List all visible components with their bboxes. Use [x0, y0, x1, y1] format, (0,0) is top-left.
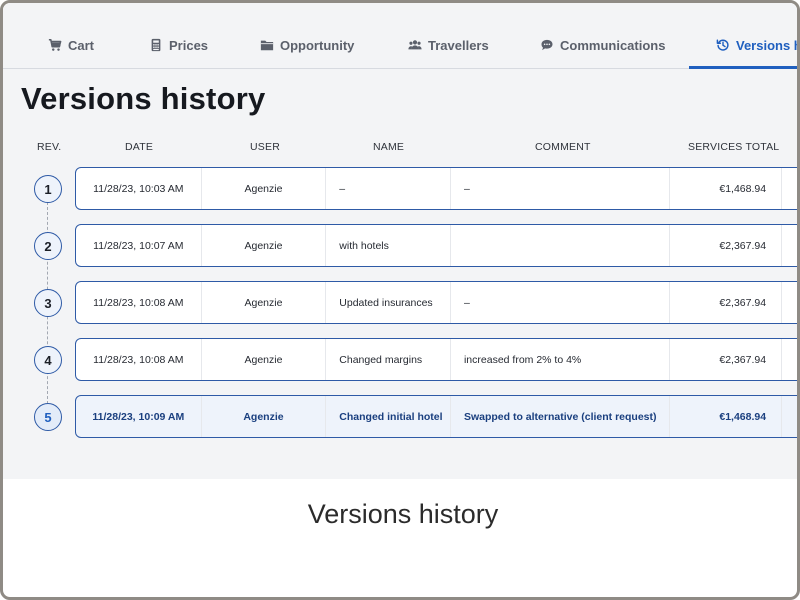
tab-travellers[interactable]: Travellers: [407, 35, 489, 55]
users-icon: [407, 37, 423, 53]
revision-number: 1: [34, 175, 62, 203]
truncated-cell: [782, 225, 797, 266]
user-cell: Agenzie: [202, 168, 327, 209]
app-window: Cart Prices Opportunity Travellers Commu…: [3, 3, 800, 479]
name-cell: Updated insurances: [326, 282, 451, 323]
column-header-services-total: SERVICES TOTAL: [688, 141, 780, 153]
comment-cell: –: [451, 282, 671, 323]
active-tab-indicator: [689, 66, 797, 69]
truncated-cell: [782, 396, 797, 437]
comment-cell: –: [451, 168, 671, 209]
revision-number: 2: [34, 232, 62, 260]
tab-label: Cart: [68, 37, 95, 53]
name-cell: –: [326, 168, 451, 209]
tab-label: Prices: [169, 37, 209, 53]
tab-label: Travellers: [428, 37, 489, 53]
services-total-cell: €2,367.94: [670, 282, 783, 323]
date-cell: 11/28/23, 10:08 AM: [76, 282, 202, 323]
tab-cart[interactable]: Cart: [47, 35, 94, 55]
history-icon: [715, 37, 731, 53]
name-cell: Changed margins: [326, 339, 451, 380]
truncated-cell: [782, 282, 797, 323]
revision-number: 3: [34, 289, 62, 317]
truncated-cell: [782, 168, 797, 209]
revision-number: 4: [34, 346, 62, 374]
caption: Versions history: [307, 499, 499, 529]
version-row[interactable]: 11/28/23, 10:07 AM Agenzie with hotels €…: [75, 224, 797, 267]
screenshot-frame: Cart Prices Opportunity Travellers Commu…: [0, 0, 800, 600]
column-header-user: USER: [250, 141, 280, 153]
services-total-cell: €2,367.94: [670, 225, 783, 266]
cart-icon: [47, 37, 63, 53]
folder-icon: [259, 37, 275, 53]
calculator-icon: [148, 37, 164, 53]
tab-opportunity[interactable]: Opportunity: [259, 35, 354, 55]
user-cell: Agenzie: [202, 282, 327, 323]
name-cell: with hotels: [326, 225, 451, 266]
date-cell: 11/28/23, 10:08 AM: [76, 339, 202, 380]
tab-bar: Cart Prices Opportunity Travellers Commu…: [3, 3, 800, 69]
date-cell: 11/28/23, 10:03 AM: [76, 168, 202, 209]
column-header-rev: REV.: [37, 141, 62, 153]
tab-versions-history[interactable]: Versions hi: [715, 35, 800, 55]
tab-prices[interactable]: Prices: [148, 35, 208, 55]
name-cell: Changed initial hotel: [326, 396, 451, 437]
tab-communications[interactable]: Communications: [539, 35, 665, 55]
user-cell: Agenzie: [202, 396, 327, 437]
version-row[interactable]: 11/28/23, 10:08 AM Agenzie Updated insur…: [75, 281, 797, 324]
comment-cell: increased from 2% to 4%: [451, 339, 671, 380]
column-header-name: NAME: [373, 141, 405, 153]
comment-cell: Swapped to alternative (client request): [451, 396, 671, 437]
truncated-cell: [782, 339, 797, 380]
page-title: Versions history: [21, 81, 266, 116]
version-row[interactable]: 11/28/23, 10:08 AM Agenzie Changed margi…: [75, 338, 797, 381]
tab-label: Opportunity: [280, 37, 355, 53]
services-total-cell: €1,468.94: [670, 396, 783, 437]
column-header-date: DATE: [125, 141, 154, 153]
user-cell: Agenzie: [202, 339, 327, 380]
revision-number-current: 5: [34, 403, 62, 431]
date-cell: 11/28/23, 10:09 AM: [76, 396, 202, 437]
column-header-comment: COMMENT: [535, 141, 591, 153]
services-total-cell: €2,367.94: [670, 339, 783, 380]
date-cell: 11/28/23, 10:07 AM: [76, 225, 202, 266]
version-row-current[interactable]: 11/28/23, 10:09 AM Agenzie Changed initi…: [75, 395, 797, 438]
chat-bubble-icon: [539, 37, 555, 53]
comment-cell: [451, 225, 671, 266]
services-total-cell: €1,468.94: [670, 168, 783, 209]
user-cell: Agenzie: [202, 225, 327, 266]
version-row[interactable]: 11/28/23, 10:03 AM Agenzie – – €1,468.94: [75, 167, 797, 210]
tab-label: Versions hi: [736, 37, 800, 53]
tab-label: Communications: [560, 37, 666, 53]
